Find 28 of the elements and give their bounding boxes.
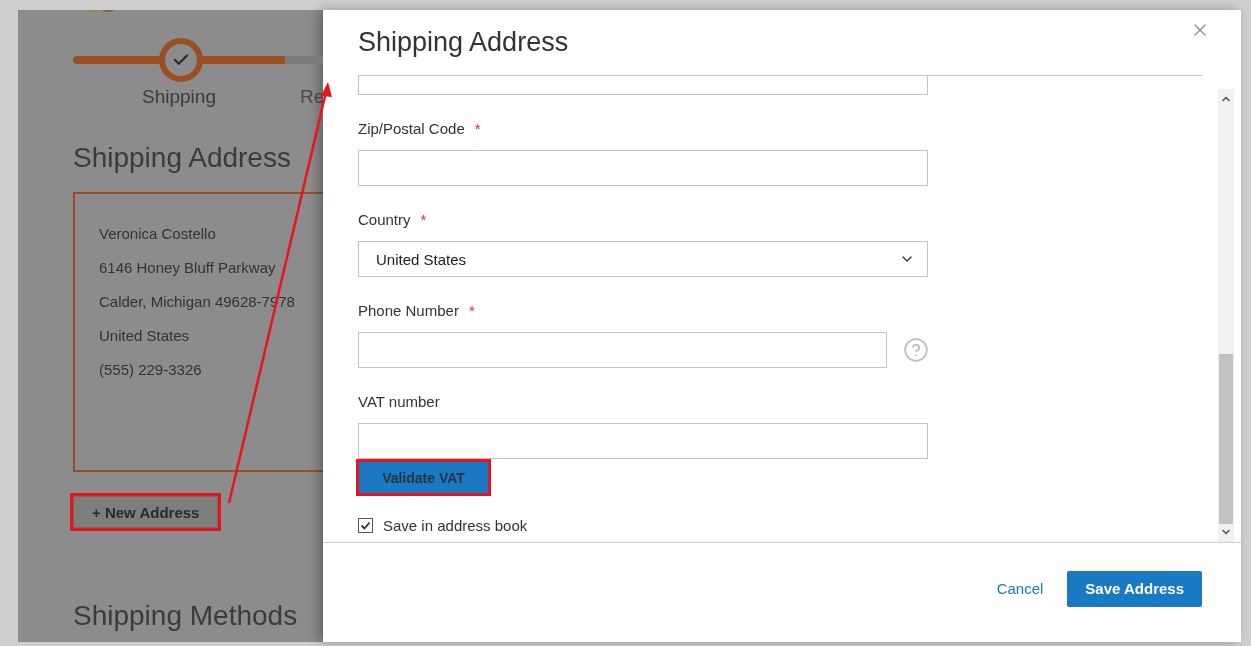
required-mark: * [474, 119, 481, 137]
scrollbar[interactable] [1218, 89, 1234, 542]
save-address-button[interactable]: Save Address [1067, 570, 1202, 607]
checkbox-label: Save in address book [383, 517, 528, 534]
input-field[interactable] [358, 332, 887, 368]
cancel-link[interactable]: Cancel [996, 580, 1044, 597]
required-mark: * [420, 210, 427, 228]
checkbox[interactable] [358, 518, 373, 533]
help-icon[interactable] [903, 337, 929, 363]
field-label: Zip/Postal Code [358, 119, 465, 137]
step-label: Re [299, 86, 323, 108]
new-address-button[interactable]: + New Address [73, 496, 219, 528]
input-field[interactable] [358, 423, 928, 459]
required-mark: * [468, 301, 475, 319]
section-title: Shipping Methods [73, 600, 299, 632]
field-label: VAT number [358, 392, 440, 410]
validate-vat-button[interactable]: Validate VAT [359, 462, 488, 493]
address-line: United States [99, 326, 191, 345]
address-line: Veronica Costello [99, 224, 217, 243]
country-select[interactable]: United States [358, 241, 928, 277]
field-label: Phone Number [358, 301, 459, 319]
input-field[interactable] [358, 150, 928, 186]
modal-title: Shipping Address [358, 27, 569, 58]
step-label: Shipping [142, 86, 216, 108]
field-label: Country [358, 210, 411, 228]
address-line: (555) 229-3326 [99, 360, 203, 379]
section-title: Shipping Address [73, 142, 292, 174]
address-line: 6146 Honey Bluff Parkway [99, 258, 277, 277]
